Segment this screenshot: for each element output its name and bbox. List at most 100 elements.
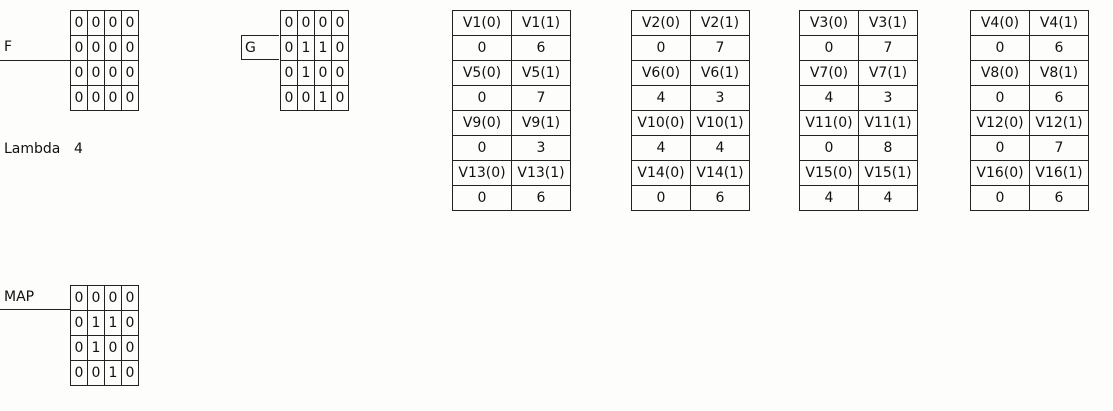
g-matrix-cell: 1	[314, 85, 332, 111]
v-header-cell: V2(0)	[631, 10, 691, 36]
v-header-cell: V1(1)	[511, 10, 571, 36]
f-label: F	[4, 39, 13, 55]
map-matrix-cell: 0	[104, 285, 122, 311]
v-header-cell: V13(1)	[511, 160, 571, 186]
v-value-cell: 0	[970, 135, 1030, 161]
g-matrix-cell: 0	[331, 85, 349, 111]
map-matrix-cell: 0	[87, 360, 105, 386]
map-matrix-cell: 0	[121, 285, 139, 311]
map-matrix-cell: 1	[87, 335, 105, 361]
v-value-cell: 4	[799, 185, 859, 211]
v-header-cell: V9(0)	[452, 110, 512, 136]
v-header-cell: V8(1)	[1029, 60, 1089, 86]
f-matrix-cell: 0	[70, 35, 88, 61]
map-matrix-cell: 0	[70, 335, 88, 361]
v-header-cell: V10(0)	[631, 110, 691, 136]
g-matrix-cell: 0	[314, 60, 332, 86]
g-matrix-cell: 0	[297, 85, 315, 111]
f-matrix-cell: 0	[87, 85, 105, 111]
g-matrix-cell: 1	[297, 60, 315, 86]
v-header-cell: V4(1)	[1029, 10, 1089, 36]
v-header-cell: V13(0)	[452, 160, 512, 186]
v-value-cell: 0	[799, 35, 859, 61]
v-value-cell: 0	[452, 185, 512, 211]
f-label-underline	[0, 60, 70, 61]
map-matrix-cell: 0	[70, 310, 88, 336]
v-value-cell: 4	[631, 135, 691, 161]
f-matrix-cell: 0	[70, 85, 88, 111]
g-matrix-cell: 0	[280, 85, 298, 111]
map-label-underline	[0, 309, 70, 310]
g-matrix-cell: 1	[297, 35, 315, 61]
v-header-cell: V1(0)	[452, 10, 512, 36]
v-header-cell: V6(0)	[631, 60, 691, 86]
v-value-cell: 3	[858, 85, 918, 111]
v-header-cell: V6(1)	[690, 60, 750, 86]
f-matrix-cell: 0	[104, 10, 122, 36]
f-matrix-cell: 0	[104, 85, 122, 111]
map-matrix-cell: 0	[121, 335, 139, 361]
f-matrix-cell: 0	[104, 60, 122, 86]
v-header-cell: V14(1)	[690, 160, 750, 186]
v-value-cell: 3	[511, 135, 571, 161]
map-matrix-cell: 0	[121, 360, 139, 386]
v-header-cell: V3(0)	[799, 10, 859, 36]
v-header-cell: V10(1)	[690, 110, 750, 136]
v-value-cell: 0	[631, 185, 691, 211]
v-value-cell: 6	[511, 35, 571, 61]
map-matrix-cell: 1	[87, 310, 105, 336]
v-header-cell: V7(0)	[799, 60, 859, 86]
v-value-cell: 0	[452, 35, 512, 61]
lambda-value: 4	[74, 141, 83, 157]
v-header-cell: V15(1)	[858, 160, 918, 186]
v-value-cell: 0	[970, 185, 1030, 211]
f-matrix: 0000000000000000	[70, 10, 141, 111]
v-header-cell: V4(0)	[970, 10, 1030, 36]
f-matrix-cell: 0	[70, 60, 88, 86]
map-matrix-cell: 0	[70, 360, 88, 386]
v-value-cell: 3	[690, 85, 750, 111]
f-matrix-cell: 0	[87, 60, 105, 86]
v-value-cell: 6	[511, 185, 571, 211]
v-header-cell: V12(1)	[1029, 110, 1089, 136]
map-matrix-cell: 0	[121, 310, 139, 336]
g-matrix-cell: 0	[280, 35, 298, 61]
v-value-cell: 0	[452, 135, 512, 161]
g-matrix-cell: 0	[280, 60, 298, 86]
g-matrix-cell: 0	[297, 10, 315, 36]
g-matrix-cell: 0	[314, 10, 332, 36]
v-header-cell: V16(0)	[970, 160, 1030, 186]
g-matrix-cell: 1	[314, 35, 332, 61]
map-matrix-cell: 0	[104, 335, 122, 361]
g-matrix-cell: 0	[331, 35, 349, 61]
v-table-1: V1(0) V1(1) 0 6 V5(0) V5(1) 0 7 V9(0) V9(1) 0 3 V13(…	[452, 10, 571, 211]
v-header-cell: V9(1)	[511, 110, 571, 136]
map-matrix-cell: 1	[104, 360, 122, 386]
map-matrix-cell: 0	[87, 285, 105, 311]
v-value-cell: 0	[799, 135, 859, 161]
v-table-4: V4(0) V4(1) 0 6 V8(0) V8(1) 0 6 V12(0) V12(1) 0 7 V1…	[970, 10, 1089, 211]
v-value-cell: 6	[1029, 35, 1089, 61]
lambda-label: Lambda	[4, 141, 61, 157]
v-value-cell: 6	[1029, 85, 1089, 111]
v-header-cell: V16(1)	[1029, 160, 1089, 186]
v-header-cell: V15(0)	[799, 160, 859, 186]
v-header-cell: V8(0)	[970, 60, 1030, 86]
v-header-cell: V14(0)	[631, 160, 691, 186]
v-value-cell: 4	[858, 185, 918, 211]
v-value-cell: 0	[452, 85, 512, 111]
map-matrix-cell: 1	[104, 310, 122, 336]
v-value-cell: 8	[858, 135, 918, 161]
f-matrix-cell: 0	[121, 85, 139, 111]
f-matrix-cell: 0	[121, 60, 139, 86]
f-matrix-cell: 0	[70, 10, 88, 36]
f-matrix-cell: 0	[87, 10, 105, 36]
v-header-cell: V5(1)	[511, 60, 571, 86]
v-value-cell: 4	[631, 85, 691, 111]
v-value-cell: 7	[1029, 135, 1089, 161]
v-value-cell: 4	[690, 135, 750, 161]
map-matrix: 0000011001000010	[70, 285, 141, 386]
v-value-cell: 7	[858, 35, 918, 61]
v-value-cell: 7	[511, 85, 571, 111]
v-header-cell: V2(1)	[690, 10, 750, 36]
